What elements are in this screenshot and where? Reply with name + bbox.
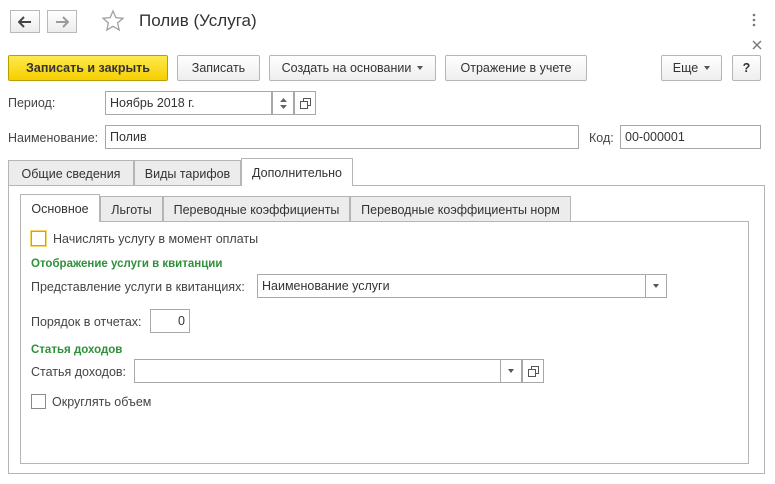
subtab-main[interactable]: Основное [20,194,100,222]
arrow-left-icon [18,15,31,28]
period-open-button[interactable] [294,91,316,115]
order-input[interactable]: 0 [150,309,190,333]
window-menu-icon[interactable] [751,13,757,27]
chevron-down-icon [508,369,514,373]
income-open-button[interactable] [522,359,544,383]
chevron-down-icon [653,284,659,288]
more-label: Еще [672,61,699,75]
spin-up-icon [279,97,287,102]
receipt-repr-dropdown[interactable] [645,274,667,298]
code-label: Код: [589,131,614,145]
code-input[interactable]: 00-000001 [620,125,761,149]
save-button[interactable]: Записать [177,55,260,81]
chevron-down-icon [417,66,424,70]
receipt-repr-input[interactable]: Наименование услуги [257,274,646,298]
income-input[interactable] [134,359,501,383]
tab-additional[interactable]: Дополнительно [241,158,353,186]
charge-on-payment-checkbox[interactable] [31,231,46,246]
period-label: Период: [8,96,56,110]
subtab-benefits[interactable]: Льготы [100,196,163,222]
tab-tariffs[interactable]: Виды тарифов [134,160,241,186]
save-and-close-button[interactable]: Записать и закрыть [8,55,168,81]
period-spinner[interactable] [272,91,294,115]
open-window-icon [527,365,539,377]
accounting-button[interactable]: Отражение в учете [445,55,587,81]
order-label: Порядок в отчетах: [31,315,142,329]
help-button[interactable]: ? [732,55,761,81]
receipt-section-title: Отображение услуги в квитанции [31,258,223,270]
close-icon[interactable] [752,39,762,53]
round-volume-label: Округлять объем [52,395,152,409]
arrow-right-icon [56,15,69,28]
income-label: Статья доходов: [31,365,127,379]
charge-on-payment-label: Начислять услугу в момент оплаты [53,232,259,246]
tab-general[interactable]: Общие сведения [8,160,134,186]
create-based-on-button[interactable]: Создать на основании [269,55,436,81]
round-volume-checkbox[interactable] [31,394,46,409]
income-dropdown[interactable] [500,359,522,383]
period-input[interactable]: Ноябрь 2018 г. [105,91,272,115]
favorite-star-icon[interactable] [101,9,125,36]
forward-button[interactable] [47,10,77,33]
window-title: Полив (Услуга) [139,11,257,30]
chevron-down-icon [704,66,711,70]
income-section-title: Статья доходов [31,344,123,356]
create-based-on-label: Создать на основании [281,61,412,75]
more-button[interactable]: Еще [661,55,722,81]
open-window-icon [299,97,311,109]
subtab-conversion[interactable]: Переводные коэффициенты [163,196,350,222]
back-button[interactable] [10,10,40,33]
name-label: Наименование: [8,131,99,145]
subtab-conversion-norms[interactable]: Переводные коэффициенты норм [350,196,571,222]
name-input[interactable]: Полив [105,125,579,149]
receipt-repr-label: Представление услуги в квитанциях: [31,280,245,294]
spin-down-icon [279,104,287,109]
